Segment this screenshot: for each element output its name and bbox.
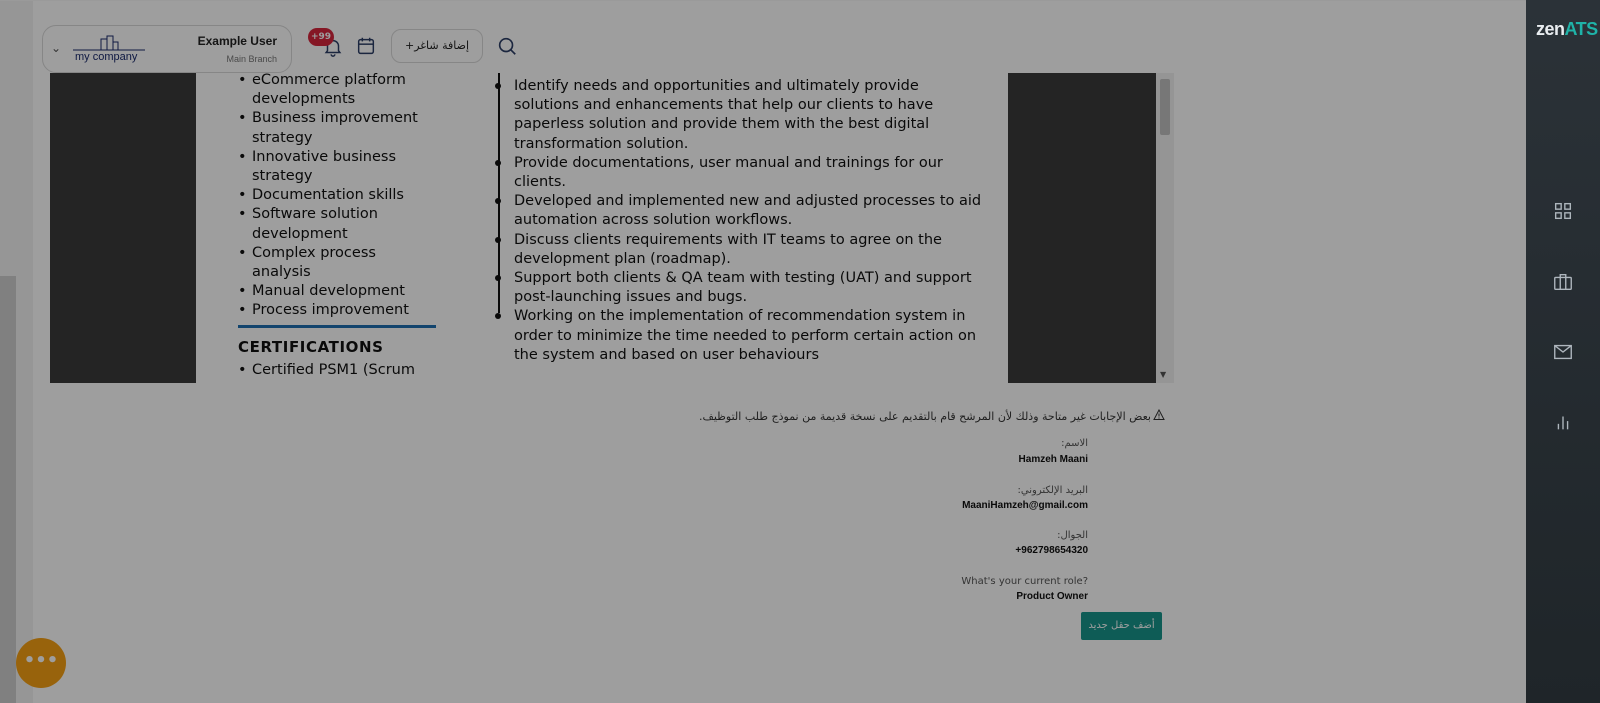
section-divider — [238, 325, 436, 328]
mail-icon[interactable] — [1552, 341, 1574, 363]
list-item: Identify needs and opportunities and ult… — [495, 77, 984, 154]
notification-badge: +99 — [308, 28, 334, 46]
logo-accent-text: ATS — [1564, 19, 1599, 39]
briefcase-icon[interactable] — [1552, 271, 1574, 293]
add-vacancy-button[interactable]: +إضافة شاغر — [391, 29, 483, 63]
list-item: Certified PSM1 (Scrum — [238, 362, 415, 378]
company-logo: my company — [73, 35, 145, 65]
more-actions-button[interactable]: ••• — [16, 638, 66, 688]
name-value: Hamzeh Maani — [1018, 454, 1088, 465]
viewer-scrollbar-thumb[interactable] — [1160, 79, 1170, 135]
notice-text: بعض الإجابات غير متاحة وذلك لأن المرشح ق… — [698, 410, 1151, 423]
current-role-label: ?What's your current role — [961, 576, 1088, 587]
left-scroll-strip — [0, 0, 33, 703]
phone-label: الجوال: — [1057, 530, 1088, 541]
chevron-down-icon[interactable]: ⌄ — [51, 41, 61, 55]
user-name: Example User — [197, 34, 277, 48]
bar-chart-icon[interactable] — [1552, 411, 1574, 433]
list-item: Support both clients & QA team with test… — [495, 269, 984, 307]
dashboard-grid-icon[interactable] — [1552, 200, 1574, 222]
user-switcher[interactable]: ⌄ my company Example User Main Branch — [42, 25, 292, 73]
responsibilities-list: Identify needs and opportunities and ult… — [495, 77, 984, 365]
viewer-margin-left — [50, 73, 196, 383]
phone-value: +962798654320 — [1015, 545, 1088, 556]
list-item: Software solution development — [238, 205, 438, 243]
calendar-icon[interactable] — [355, 35, 377, 57]
list-item: Discuss clients requirements with IT tea… — [495, 231, 984, 269]
scroll-down-icon[interactable]: ▼ — [1160, 370, 1166, 379]
company-name: my company — [75, 51, 138, 63]
viewer-margin-right — [1008, 73, 1156, 383]
list-item: Innovative business strategy — [238, 148, 438, 186]
resume-viewer[interactable]: eCommerce platform developments Business… — [50, 73, 1174, 383]
logo-main-text: zen — [1536, 19, 1565, 39]
email-value: MaaniHamzeh@gmail.com — [962, 500, 1088, 511]
search-icon[interactable] — [496, 35, 518, 57]
list-item: Complex process analysis — [238, 244, 438, 282]
city-skyline-icon — [73, 35, 145, 51]
email-label: البريد الإلكتروني: — [1017, 485, 1088, 496]
old-form-notice: بعض الإجابات غير متاحة وذلك لأن المرشح ق… — [673, 399, 1181, 435]
skills-list: eCommerce platform developments Business… — [238, 73, 438, 321]
top-border — [0, 0, 1526, 1]
list-item: Provide documentations, user manual and … — [495, 154, 984, 192]
list-item: Working on the implementation of recomme… — [495, 307, 984, 365]
list-item: Documentation skills — [238, 186, 438, 205]
list-item: Process improvement — [238, 301, 438, 320]
main-area: ⌄ my company Example User Main Branch +9… — [0, 0, 1526, 703]
side-panel — [1224, 73, 1492, 375]
name-label: الاسم: — [1061, 438, 1088, 449]
warning-icon — [1153, 409, 1165, 420]
list-item: Manual development — [238, 282, 438, 301]
add-new-field-button[interactable]: أضف حقل جديد — [1081, 612, 1162, 640]
app-sidebar: zenATS — [1526, 0, 1600, 703]
branch-name: Main Branch — [226, 54, 277, 64]
resume-page: eCommerce platform developments Business… — [196, 73, 1008, 383]
page-scrollbar-thumb[interactable] — [0, 276, 16, 703]
certifications-heading: CERTIFICATIONS — [238, 338, 384, 356]
list-item: Business improvement strategy — [238, 109, 438, 147]
list-item: eCommerce platform developments — [238, 73, 438, 109]
viewer-scrollbar[interactable]: ▼ — [1156, 73, 1174, 383]
current-role-value: Product Owner — [1016, 591, 1088, 602]
list-item: Developed and implemented new and adjust… — [495, 192, 984, 230]
app-logo[interactable]: zenATS — [1536, 19, 1598, 40]
